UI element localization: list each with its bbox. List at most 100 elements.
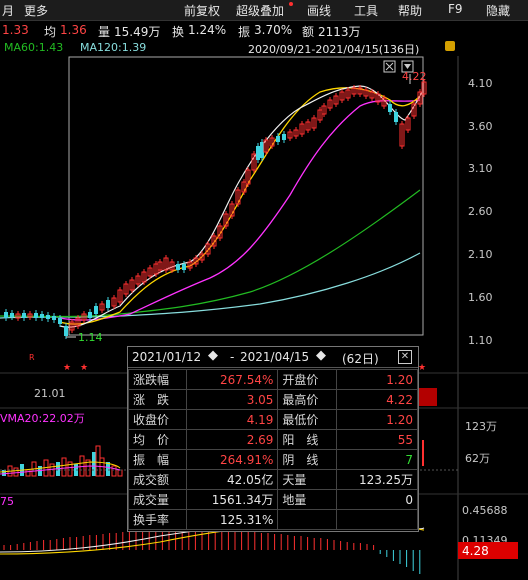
volume-label: 量 [98,25,111,39]
price-axis-label: 1.10 [468,334,493,347]
stat-label: 成交量 [127,489,188,510]
current-price-label: 4.28 [462,544,489,558]
stat-value: 1.20 [335,409,419,430]
menu-item-help[interactable]: 帮助 [398,2,422,19]
menu-item-tools[interactable]: 工具 [354,2,378,19]
avg-value: 1.36 [60,23,87,37]
stat-label: 收盘价 [127,409,188,430]
stats-row: 振 幅 264.91% 阴 线7 [127,449,419,470]
range-start-stepper-icon[interactable]: ◆ [208,348,218,363]
ma10-line [59,87,421,325]
range-stats-popup: 2021/01/12 ◆ - 2021/04/15 ◆ (62日) ✕ 涨跌幅 2… [127,346,419,532]
stat-value: 125.31% [186,509,279,530]
volume-bar [92,452,96,476]
range-end-date: 2021/04/15 [240,350,310,364]
candle-body [106,300,110,308]
candle-body [394,112,398,122]
stats-row: 均 价 2.69 阳 线 55 [127,429,419,450]
volume-value: 15.49万 [114,25,161,39]
range-end-stepper-icon[interactable]: ◆ [316,348,326,363]
volume-bar [25,469,31,477]
price-flag-marker [419,388,437,406]
menu-item-more[interactable]: 更多 [24,2,48,19]
stat-value: 7 [335,449,419,470]
candle-body [88,312,92,318]
volume-bar [111,465,117,477]
price-axis-label: 2.60 [468,205,493,218]
candle-body [282,134,286,140]
date-axis-label: 21.01 [34,387,66,400]
volume-bar [13,467,19,477]
price-axis: 4.10 3.60 3.10 2.60 2.10 1.60 1.10 [468,77,493,347]
ma5-line [59,85,423,328]
stats-row: 收盘价 4.19 最低价 1.20 [127,409,419,430]
candle-body [4,312,8,318]
stat-value: 55 [335,429,419,450]
range-days: (62日) [342,352,379,366]
stat-label: 振 幅 [127,449,188,470]
candle-body [94,306,98,314]
range-stats-table: 涨跌幅 267.54% 开盘价 1.20 涨 跌 3.05 最高价 4.22 收盘价 4.19 最低… [127,369,419,530]
candle-body [182,264,186,270]
menu-item-super-overlay[interactable]: 超级叠加 [236,2,284,19]
price-axis-label: 3.60 [468,120,493,133]
stat-label [277,509,337,530]
date-range-label: 2020/09/21-2021/04/15(136日) [248,43,420,56]
menu-item-month[interactable]: 月 [2,2,14,19]
stat-label: 开盘价 [277,369,337,390]
amount-label: 额 [302,25,315,39]
stat-label: 最高价 [277,389,337,410]
volume-bar [95,445,101,477]
stat-value: 123.25万 [335,469,419,490]
stat-value: 4.22 [335,389,419,410]
amount-value: 2113万 [318,25,361,39]
popup-header: 2021/01/12 ◆ - 2021/04/15 ◆ (62日) ✕ [128,347,418,368]
stat-label: 涨 跌 [127,389,188,410]
vma20-label: VMA20:22.02万 [0,412,85,425]
candle-body [260,142,264,158]
candle-body [46,315,50,319]
candle-body [58,318,62,324]
range-start-date: 2021/01/12 [132,350,202,364]
volume-bar [422,440,424,466]
stat-label: 地量 [277,489,337,510]
menu-item-forward-adjust[interactable]: 前复权 [184,2,220,19]
stat-value: 42.05亿 [186,469,279,490]
candle-body [10,313,14,317]
selection-close-icon[interactable] [383,60,396,73]
stat-value: 0 [335,489,419,510]
stat-value: 2.69 [186,429,279,450]
menu-bar: 月 更多 前复权 超级叠加 画线 工具 帮助 F9 隐藏 [0,0,528,21]
ma120-label: MA120:1.39 [80,41,147,54]
volume-axis-label: 62万 [465,452,490,465]
stat-label: 均 价 [127,429,188,450]
notification-dot-icon [289,2,293,6]
lock-icon[interactable] [445,41,455,51]
menu-item-hide[interactable]: 隐藏 [486,2,510,19]
candle-body [64,326,68,336]
stat-value [335,509,419,530]
stat-value: 1561.34万 [186,489,279,510]
close-icon[interactable]: ✕ [398,350,412,364]
star-icon: ★ [80,363,88,373]
high-price-label: 4.22 [402,70,427,83]
stat-label: 换手率 [127,509,188,530]
signal-r-icon: R [29,353,35,362]
stat-label: 天量 [277,469,337,490]
quote-info-bar: 1.33 均 1.36 量 15.49万 换 1.24% 振 3.70% 额 2… [0,21,528,39]
stat-label: 成交额 [127,469,188,490]
volume-bar [2,470,6,476]
menu-item-draw-line[interactable]: 画线 [307,2,331,19]
turnover-label: 换 [172,25,185,39]
stats-row: 成交量 1561.34万 地量 0 [127,489,419,510]
candle-body [52,316,56,320]
low-price-label: 1.14 [78,331,103,344]
star-icon: ★ [418,363,426,373]
stat-label: 阴 线 [277,449,337,470]
stat-value: 3.05 [186,389,279,410]
menu-item-f9[interactable]: F9 [448,2,463,16]
amplitude-value: 3.70% [254,23,293,37]
candle-body [34,313,38,318]
turnover-value: 1.24% [188,23,227,37]
candle-body [176,264,180,270]
